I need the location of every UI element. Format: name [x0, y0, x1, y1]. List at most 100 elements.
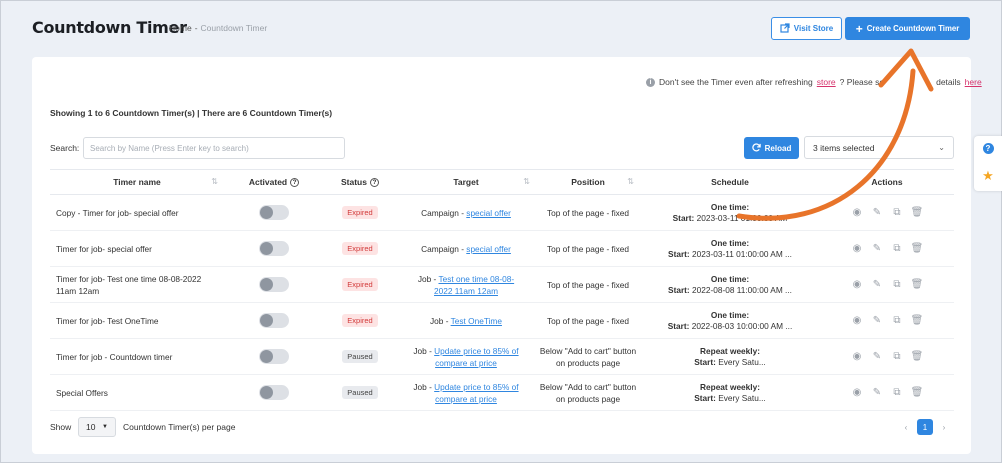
schedule-cell: Repeat weekly: Start: Every Satu...: [640, 346, 820, 368]
target-link[interactable]: special offer: [466, 208, 511, 218]
edit-icon[interactable]: ✎: [871, 315, 884, 326]
notice-here-link[interactable]: here: [965, 77, 982, 87]
timer-name: Timer for job- special offer: [56, 243, 152, 254]
target-prefix: Campaign -: [421, 207, 467, 218]
next-page-button[interactable]: ›: [936, 419, 952, 435]
activated-toggle[interactable]: [259, 349, 289, 364]
target-cell: Job - Update price to 85% of compare at …: [396, 381, 536, 405]
target-cell: Job - Update price to 85% of compare at …: [396, 345, 536, 369]
target-cell: Job - Test OneTime: [396, 316, 536, 326]
showing-summary: Showing 1 to 6 Countdown Timer(s) | Ther…: [50, 108, 333, 118]
per-page-select[interactable]: 10 ▼: [78, 417, 116, 437]
schedule-start-label: Start:: [694, 392, 716, 403]
side-widget: ? ★: [974, 136, 1002, 191]
status-badge: Expired: [342, 314, 378, 327]
col-schedule: Schedule: [640, 177, 820, 187]
edit-icon[interactable]: ✎: [871, 351, 884, 362]
question-icon[interactable]: ?: [369, 178, 379, 188]
search-input[interactable]: [83, 137, 345, 159]
target-link[interactable]: Update price to 85% of compare at price: [434, 346, 518, 368]
eye-icon[interactable]: ◉: [851, 279, 864, 290]
col-timer-name[interactable]: Timer name ⇅: [50, 177, 224, 187]
notice-middle: ? Please se: [839, 77, 885, 87]
activated-toggle[interactable]: [259, 385, 289, 400]
prev-page-button[interactable]: ‹: [898, 419, 914, 435]
trash-icon[interactable]: 🗑: [911, 243, 924, 254]
star-icon[interactable]: ★: [982, 168, 994, 184]
trash-icon[interactable]: 🗑: [911, 207, 924, 218]
schedule-cell: One time: Start: 2022-08-08 11:00:00 AM .…: [640, 274, 820, 296]
copy-icon[interactable]: ⧉: [891, 351, 904, 362]
trash-icon[interactable]: 🗑: [911, 279, 924, 290]
copy-icon[interactable]: ⧉: [891, 387, 904, 398]
visit-store-button[interactable]: Visit Store: [771, 17, 842, 40]
target-prefix: Campaign -: [421, 243, 467, 254]
copy-icon[interactable]: ⧉: [891, 315, 904, 326]
help-icon[interactable]: ?: [982, 143, 994, 154]
eye-icon[interactable]: ◉: [851, 387, 864, 398]
schedule-start-value: 2022-08-08 11:00:00 AM ...: [692, 284, 792, 295]
schedule-start-label: Start:: [668, 248, 690, 259]
question-icon[interactable]: ?: [290, 178, 300, 188]
timers-table: Timer name ⇅ Activated? Status? Target ⇅ P…: [50, 169, 954, 411]
activated-toggle[interactable]: [259, 205, 289, 220]
sort-icon[interactable]: ⇅: [627, 177, 634, 186]
create-countdown-timer-button[interactable]: + Create Countdown Timer: [845, 17, 970, 40]
schedule-start-value: 2023-03-11 01:00:00 AM ...: [692, 248, 792, 259]
edit-icon[interactable]: ✎: [871, 243, 884, 254]
status-badge: Paused: [342, 386, 378, 399]
copy-icon[interactable]: ⧉: [891, 243, 904, 254]
target-link[interactable]: Test OneTime: [451, 316, 502, 326]
schedule-start-value: 2023-03-11 01:00:00 AM: [696, 212, 788, 223]
trash-icon[interactable]: 🗑: [911, 387, 924, 398]
eye-icon[interactable]: ◉: [851, 315, 864, 326]
breadcrumb: Home - Countdown Timer: [169, 23, 267, 33]
schedule-title: One time:: [710, 237, 750, 248]
target-prefix: Job -: [413, 381, 435, 392]
chevron-down-icon: ⌄: [938, 143, 945, 152]
eye-icon[interactable]: ◉: [851, 351, 864, 362]
footer-show-label: Show: [50, 422, 72, 432]
col-actions: Actions: [820, 177, 954, 187]
schedule-cell: One time: Start: 2022-08-03 10:00:00 AM .…: [640, 310, 820, 332]
trash-icon[interactable]: 🗑: [911, 351, 924, 362]
edit-icon[interactable]: ✎: [871, 387, 884, 398]
reload-button[interactable]: Reload: [744, 137, 799, 159]
breadcrumb-home[interactable]: Home: [169, 23, 192, 33]
page-1-button[interactable]: 1: [917, 419, 933, 435]
timer-name: Copy - Timer for job- special offer: [56, 207, 179, 218]
edit-icon[interactable]: ✎: [871, 207, 884, 218]
per-page-value: 10: [86, 422, 96, 432]
schedule-title: One time:: [710, 309, 750, 320]
eye-icon[interactable]: ◉: [851, 207, 864, 218]
notice-prefix: Don't see the Timer even after refreshin…: [659, 77, 813, 87]
target-link[interactable]: special offer: [466, 244, 511, 254]
items-select[interactable]: 3 items selected ⌄: [804, 136, 954, 159]
activated-toggle[interactable]: [259, 313, 289, 328]
per-page-text: Countdown Timer(s) per page: [123, 422, 236, 432]
target-link[interactable]: Test one time 08-08-2022 11am 12am: [434, 274, 514, 296]
activated-toggle[interactable]: [259, 241, 289, 256]
eye-icon[interactable]: ◉: [851, 243, 864, 254]
col-target[interactable]: Target ⇅: [396, 177, 536, 187]
page-title: Countdown Timer: [32, 18, 187, 37]
notice-store-link[interactable]: store: [817, 77, 836, 87]
target-cell: Campaign - special offer: [396, 208, 536, 218]
activated-toggle[interactable]: [259, 277, 289, 292]
row-actions: ◉ ✎ ⧉ 🗑: [820, 315, 954, 326]
status-badge: Expired: [342, 278, 378, 291]
sort-icon[interactable]: ⇅: [211, 177, 218, 186]
copy-icon[interactable]: ⧉: [891, 207, 904, 218]
target-link[interactable]: Update price to 85% of compare at price: [434, 382, 518, 404]
edit-icon[interactable]: ✎: [871, 279, 884, 290]
col-position[interactable]: Position ⇅: [536, 177, 640, 187]
copy-icon[interactable]: ⧉: [891, 279, 904, 290]
row-actions: ◉ ✎ ⧉ 🗑: [820, 279, 954, 290]
col-target-label: Target: [453, 177, 479, 187]
trash-icon[interactable]: 🗑: [911, 315, 924, 326]
sort-icon[interactable]: ⇅: [523, 177, 530, 186]
pagination: ‹ 1 ›: [898, 419, 952, 435]
visit-store-label: Visit Store: [793, 24, 834, 33]
col-activated: Activated?: [224, 177, 324, 188]
col-timer-name-label: Timer name: [113, 177, 161, 187]
